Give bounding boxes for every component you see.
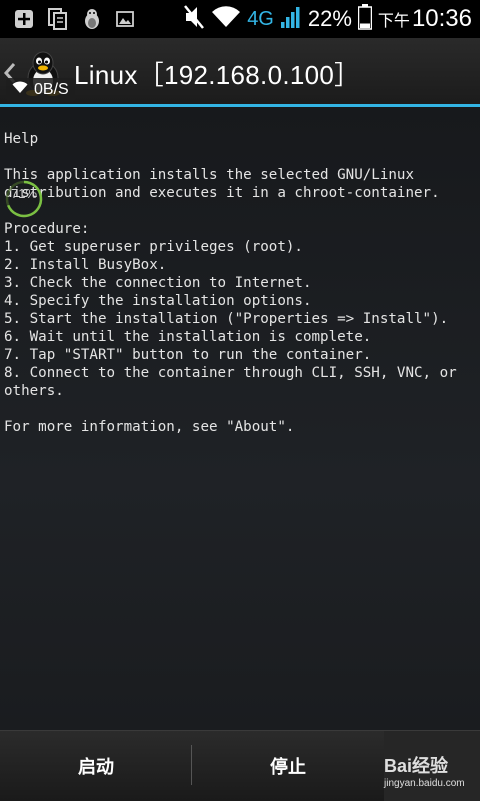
progress-percent: 71% bbox=[10, 186, 38, 201]
clock-time: 10:36 bbox=[411, 5, 472, 32]
start-button[interactable]: 启动 bbox=[0, 731, 192, 801]
watermark-url: jingyan.baidu.com bbox=[384, 778, 465, 789]
watermark-brand: Bai经验 bbox=[384, 756, 449, 776]
notification-icons bbox=[14, 8, 134, 30]
battery-icon bbox=[357, 4, 373, 34]
network-speed: 0B/S bbox=[34, 81, 69, 98]
add-notification-icon bbox=[14, 9, 34, 29]
network-type: 4G bbox=[247, 7, 274, 30]
battery-percent: 22% bbox=[307, 6, 352, 31]
help-text: Help This application installs the selec… bbox=[4, 131, 457, 435]
action-bar: Linux［192.168.0.100］ 0B/S bbox=[0, 38, 480, 106]
signal-icon bbox=[280, 5, 302, 33]
help-content[interactable]: Help This application installs the selec… bbox=[0, 107, 480, 730]
clock: 下午 10:36 bbox=[378, 5, 472, 33]
stop-button[interactable]: 停止 bbox=[192, 731, 384, 801]
stop-button-label: 停止 bbox=[270, 757, 306, 778]
system-status: 4G 22% 下午 10:36 bbox=[183, 4, 472, 34]
muted-speaker-icon bbox=[183, 4, 205, 34]
copy-notification-icon bbox=[48, 8, 68, 30]
wifi-small-icon bbox=[12, 81, 28, 99]
start-button-label: 启动 bbox=[78, 757, 114, 778]
app-title: Linux［192.168.0.100］ bbox=[74, 60, 361, 90]
clock-period: 下午 bbox=[377, 11, 410, 30]
status-bar: 4G 22% 下午 10:36 bbox=[0, 0, 480, 38]
baidu-watermark: Bai经验 jingyan.baidu.com bbox=[384, 744, 480, 800]
wifi-icon bbox=[211, 5, 241, 33]
linux-deploy-notification-icon bbox=[82, 8, 102, 30]
image-notification-icon bbox=[116, 11, 134, 27]
network-speed-badge: 0B/S bbox=[6, 78, 75, 102]
